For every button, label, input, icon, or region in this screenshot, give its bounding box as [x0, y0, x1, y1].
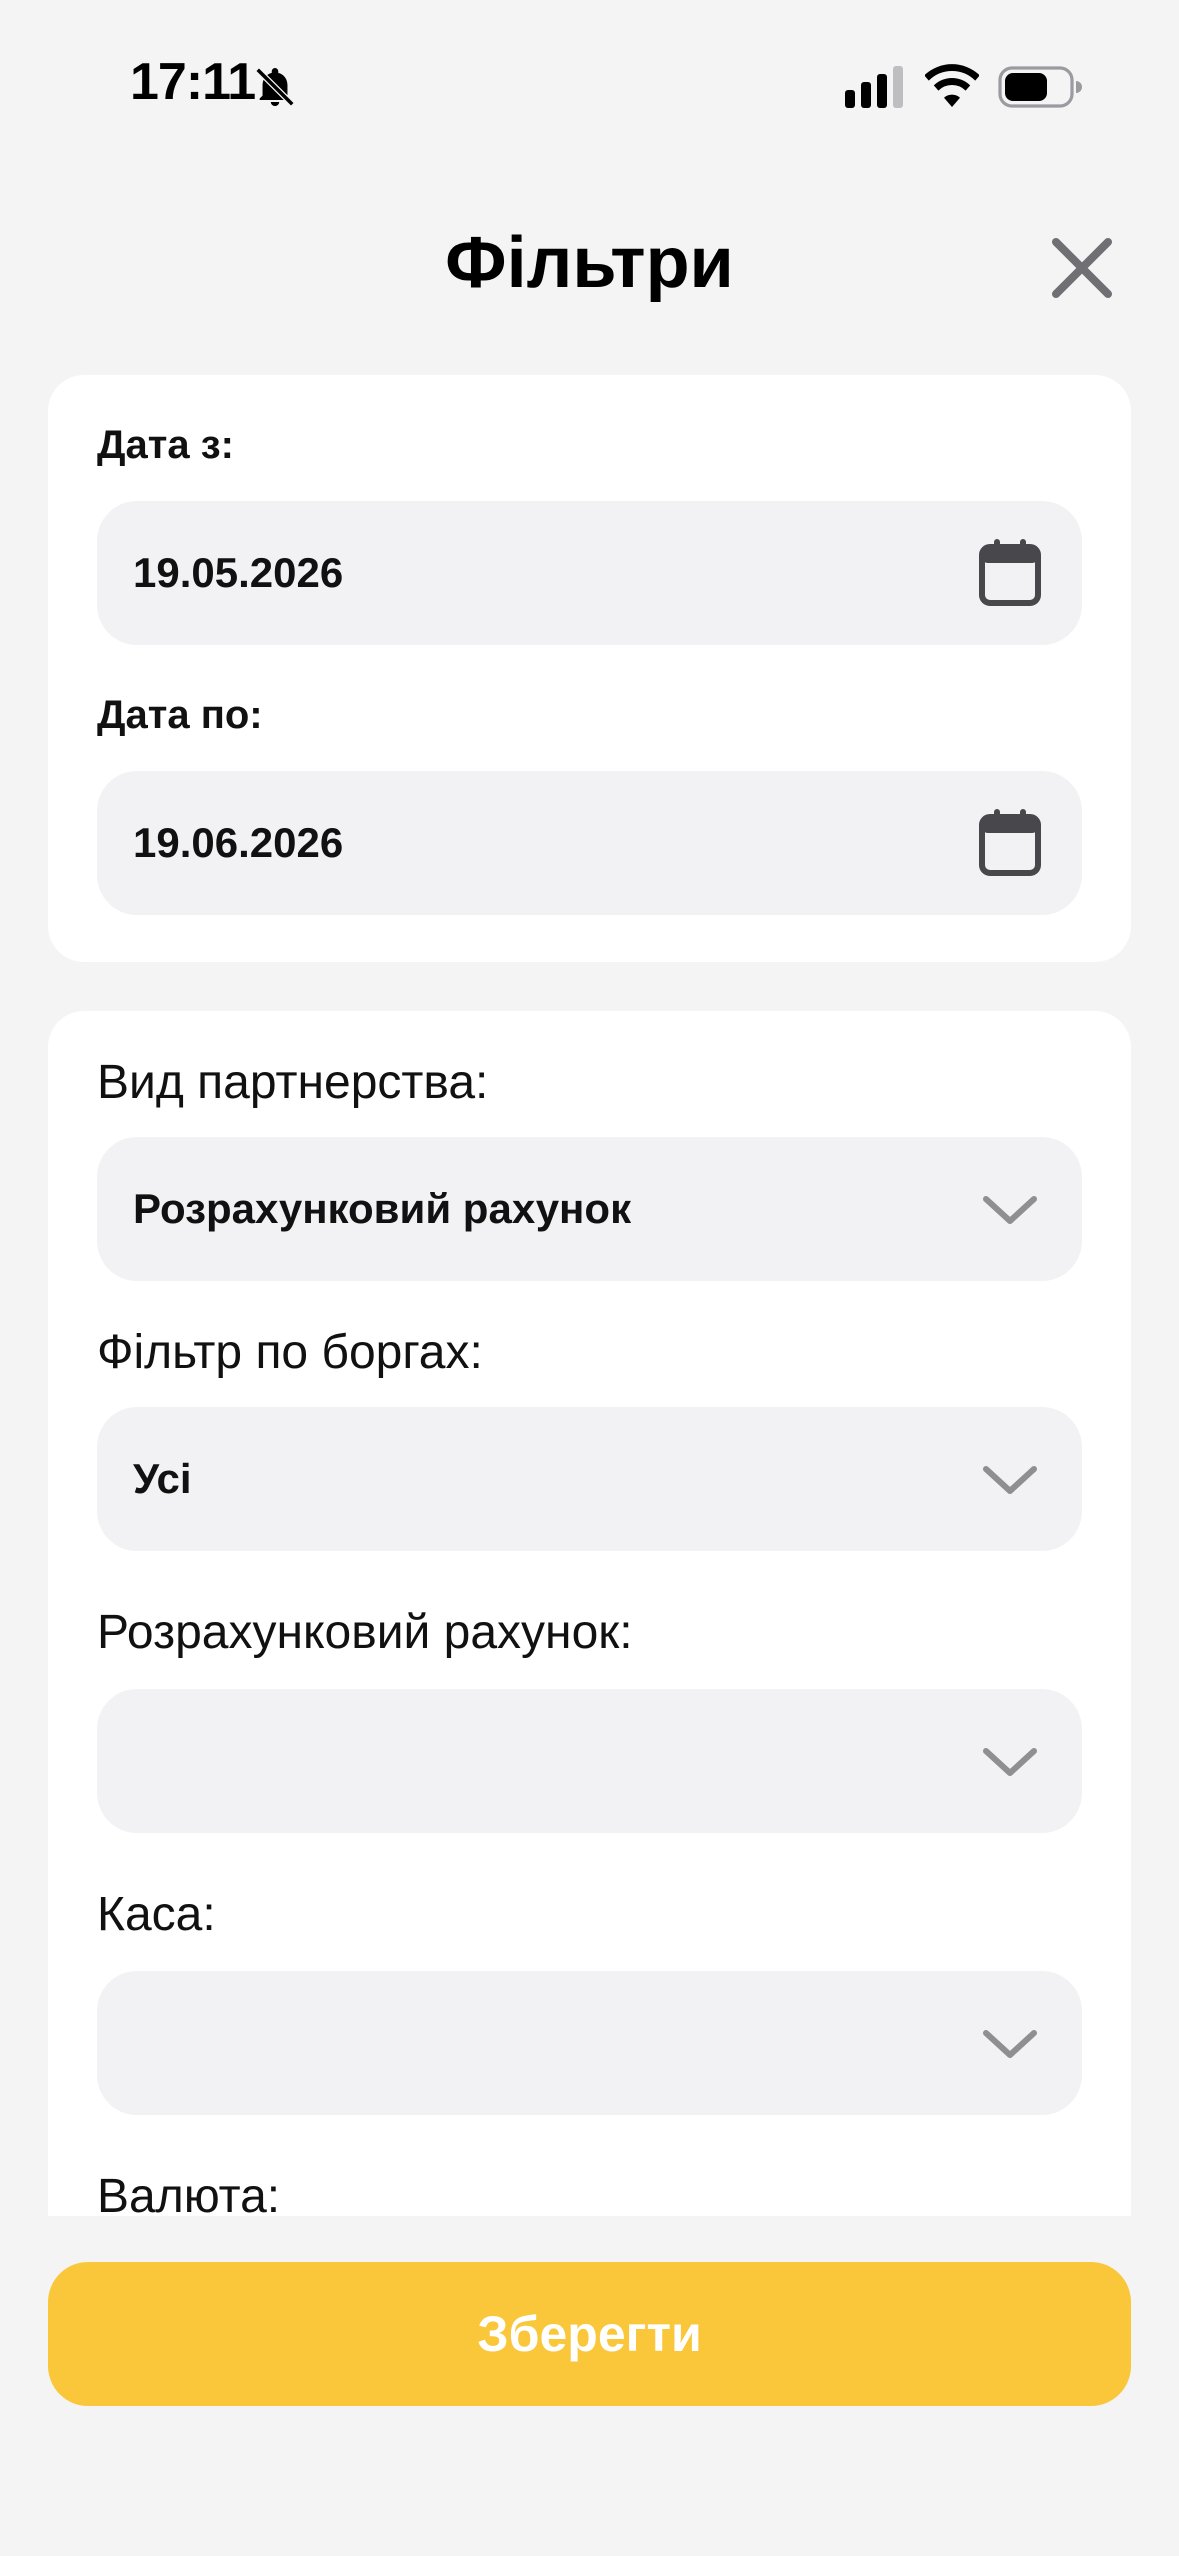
cashbox-select[interactable] [97, 1971, 1082, 2115]
page-title: Фільтри [445, 223, 734, 303]
save-button[interactable]: Зберегти [48, 2262, 1131, 2406]
dates-card: Дата з: 19.05.2026 Дата по: 19.06.2026 [48, 375, 1131, 962]
date-from-field[interactable]: 19.05.2026 [97, 501, 1082, 645]
partnership-label: Вид партнерства: [97, 1056, 489, 1109]
bell-off-icon [255, 67, 295, 107]
header: Фільтри [0, 200, 1179, 330]
currency-label: Валюта: [97, 2170, 281, 2216]
account-label: Розрахунковий рахунок: [97, 1606, 633, 1659]
debts-filter-value: Усі [133, 1455, 192, 1502]
filters-screen: 17:11 Фільтри Дата з: 19.05.2026 Дата по… [0, 0, 1179, 2556]
chevron-down-icon [983, 2030, 1037, 2058]
close-icon [1052, 238, 1112, 298]
status-bar: 17:11 [0, 0, 1179, 150]
calendar-icon [979, 809, 1041, 876]
date-to-field[interactable]: 19.06.2026 [97, 771, 1082, 915]
chevron-down-icon [983, 1466, 1037, 1494]
wifi-icon [925, 64, 979, 107]
cashbox-label: Каса: [97, 1888, 216, 1941]
chevron-down-icon [983, 1748, 1037, 1776]
close-button[interactable] [1040, 226, 1124, 310]
date-from-value: 19.05.2026 [133, 549, 344, 596]
filters-card: Вид партнерства: Розрахунковий рахунок Ф… [48, 1011, 1131, 2216]
status-time: 17:11 [130, 53, 256, 111]
account-select[interactable] [97, 1689, 1082, 1833]
partnership-select[interactable]: Розрахунковий рахунок [97, 1137, 1082, 1281]
date-from-label: Дата з: [97, 423, 234, 467]
battery-icon [998, 66, 1082, 108]
debts-filter-label: Фільтр по боргах: [97, 1326, 483, 1379]
signal-icon [845, 66, 903, 108]
partnership-value: Розрахунковий рахунок [133, 1185, 632, 1232]
date-to-value: 19.06.2026 [133, 819, 344, 866]
calendar-icon [979, 539, 1041, 606]
chevron-down-icon [983, 1196, 1037, 1224]
debts-filter-select[interactable]: Усі [97, 1407, 1082, 1551]
date-to-label: Дата по: [97, 693, 263, 737]
